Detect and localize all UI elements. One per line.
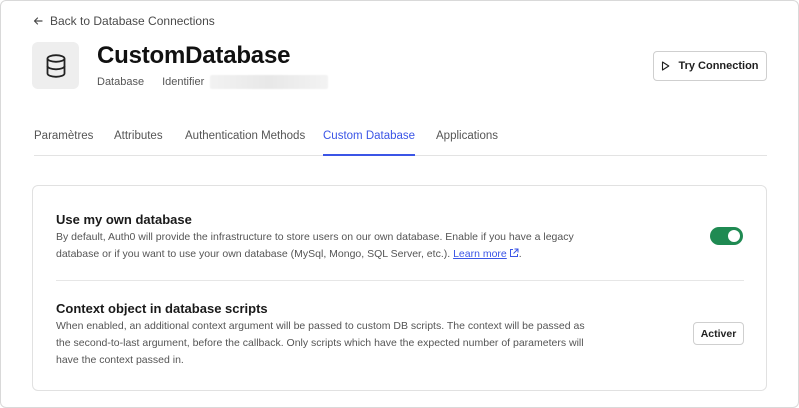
toggle-knob (728, 230, 740, 242)
connection-avatar (32, 42, 79, 89)
section-divider (56, 280, 744, 281)
use-own-database-toggle[interactable] (710, 227, 743, 245)
learn-more-link[interactable]: Learn more (453, 248, 507, 260)
connection-meta: Database Identifier (97, 75, 329, 89)
identifier-value-redacted (210, 75, 329, 89)
arrow-left-icon (33, 17, 43, 25)
database-icon (46, 53, 65, 78)
back-to-connections-link[interactable]: Back to Database Connections (33, 14, 215, 28)
connection-type: Database (97, 76, 145, 88)
identifier-group: Identifier (162, 75, 329, 89)
play-icon (662, 61, 670, 71)
tab-attributes[interactable]: Attributes (114, 130, 163, 156)
activer-button[interactable]: Activer (693, 322, 744, 345)
custom-database-card: Use my own database By default, Auth0 wi… (32, 185, 767, 391)
identifier-label: Identifier (162, 76, 205, 88)
page-title: CustomDatabase (97, 42, 291, 69)
external-link-icon (509, 248, 519, 257)
tab-bar: Paramètres Attributes Authentication Met… (34, 124, 767, 156)
tab-parametres[interactable]: Paramètres (34, 130, 93, 156)
own-database-description: By default, Auth0 will provide the infra… (56, 231, 574, 260)
try-connection-label: Try Connection (678, 60, 759, 72)
context-object-title: Context object in database scripts (56, 301, 268, 316)
try-connection-button[interactable]: Try Connection (653, 51, 767, 81)
tab-custom-database[interactable]: Custom Database (323, 130, 416, 156)
tab-applications[interactable]: Applications (436, 130, 498, 156)
tab-authentication-methods[interactable]: Authentication Methods (185, 130, 305, 156)
own-database-title: Use my own database (56, 212, 192, 227)
context-object-description: When enabled, an additional context argu… (56, 320, 585, 366)
back-link-label: Back to Database Connections (50, 14, 215, 28)
